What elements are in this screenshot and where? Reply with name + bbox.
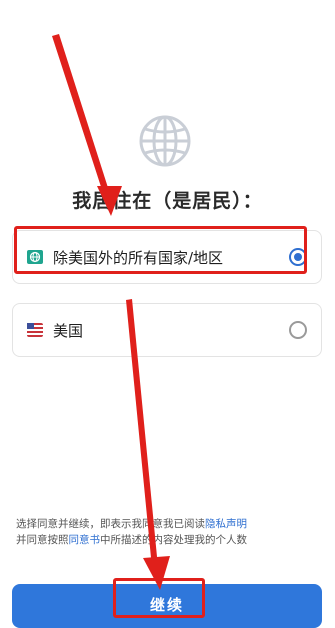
annotation-arrow-shaft — [126, 299, 158, 568]
annotation-arrow-head — [97, 186, 122, 216]
annotation-arrow-shaft — [52, 34, 110, 196]
annotation-arrows — [52, 34, 170, 590]
annotation-arrow-head — [143, 556, 170, 590]
